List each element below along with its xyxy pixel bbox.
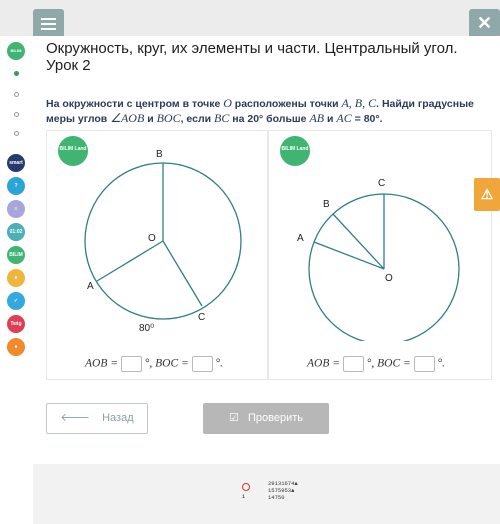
radius-oa [313, 241, 385, 270]
answer-input-boc[interactable] [413, 356, 435, 372]
circle-diagram-left: B O A C 80⁰ [84, 149, 242, 334]
footer [33, 464, 500, 524]
check-icon: ☑ [228, 412, 239, 424]
nav-app-icon[interactable]: BILIM [7, 246, 25, 264]
nav-app-icon[interactable]: 01:02 [7, 223, 25, 241]
point-label-c: C [378, 178, 385, 189]
answer-input-aob[interactable] [342, 356, 364, 372]
counter-line: 1575953▲ [268, 487, 295, 494]
task-text-part: расположены точки [231, 98, 342, 110]
menu-icon-line [41, 18, 56, 20]
progress-dot[interactable] [14, 112, 19, 117]
warning-icon: ⚠ [480, 186, 494, 202]
close-button[interactable]: ✕ [469, 9, 500, 38]
math-var: A, B, C [341, 96, 377, 110]
answer-label: °, [141, 357, 156, 370]
close-icon: ✕ [476, 13, 493, 33]
point-label-b: B [323, 199, 330, 210]
progress-dot[interactable] [14, 92, 19, 97]
task-text-part: и [144, 113, 157, 125]
nav-app-icon[interactable]: ✓ [7, 292, 25, 310]
task-text: На окружности с центром в точке O распол… [46, 96, 491, 126]
math-var: BC [214, 111, 230, 125]
task-text-part: = 80°. [351, 113, 383, 125]
math-var: O [223, 96, 232, 110]
math-var: AC [336, 111, 352, 125]
visit-counter: 29131674▲ 1575953▲ 14750 [268, 480, 298, 501]
answer-row-right: AOB = °, BOC = °. [307, 356, 445, 382]
point-label-a: A [297, 233, 304, 244]
figure-panel-left: BILIM Land B O A C 80⁰ [46, 130, 268, 380]
progress-dot[interactable] [14, 131, 19, 136]
menu-icon-line [41, 23, 56, 25]
nav-app-icon[interactable]: ≡ [7, 200, 25, 218]
task-text-part: На окружности с центром в точке [46, 98, 224, 110]
figure-panel-right: BILIM Land C B A O [268, 130, 492, 380]
nav-app-icon[interactable]: Twig [7, 315, 25, 333]
check-button-label: Проверить [248, 412, 304, 424]
math-var: AB [309, 111, 325, 125]
task-text-part: на 20° больше [229, 113, 310, 125]
arc-value-label: 80⁰ [139, 323, 154, 334]
radius-oc [162, 240, 203, 307]
bilimland-logo[interactable]: BILIM [7, 42, 25, 60]
menu-icon-line [41, 28, 56, 30]
answer-row-left: AOB = °, BOC = °. [85, 356, 223, 382]
answer-label: BOC = [377, 357, 414, 370]
back-button[interactable]: 🡐 Назад [46, 403, 148, 434]
answer-input-boc[interactable] [191, 356, 213, 372]
back-button-label: Назад [102, 412, 134, 424]
point-label-o: O [385, 273, 393, 284]
report-error-button[interactable]: ⚠ [474, 178, 500, 211]
left-sidebar: BILIM smart? ≡ 01:02 BILIM e ✓ Twig ● [0, 36, 33, 524]
counter-logo-icon [242, 483, 250, 491]
main-content: Окружность, круг, их элементы и части. Ц… [33, 36, 500, 464]
menu-button[interactable] [33, 9, 64, 38]
check-button[interactable]: ☑ Проверить [203, 403, 329, 434]
counter-label: 1 [242, 494, 246, 500]
progress-dot-active[interactable] [14, 71, 19, 76]
answer-label: °. [212, 357, 223, 370]
nav-app-icon[interactable]: ● [7, 338, 25, 356]
arrow-left-icon: 🡐 [60, 412, 90, 424]
nav-app-icon[interactable]: ? [7, 177, 25, 195]
circle-diagram-right: C B A O [297, 178, 460, 341]
answer-label: °, [363, 357, 378, 370]
math-var: ∠AOB [110, 111, 145, 125]
math-var: BOC [156, 111, 181, 125]
radius-oa [96, 240, 164, 282]
page-title: Окружность, круг, их элементы и части. Ц… [46, 40, 458, 74]
answer-label: AOB = [307, 357, 343, 370]
nav-app-icon[interactable]: e [7, 269, 25, 287]
answer-label: °. [434, 357, 445, 370]
point-label-o: O [148, 233, 156, 244]
nav-app-icon[interactable]: smart [7, 154, 25, 172]
answer-label: AOB = [85, 357, 121, 370]
point-label-a: A [87, 281, 94, 292]
answer-input-aob[interactable] [120, 356, 142, 372]
task-text-part: и [324, 113, 337, 125]
counter-line: 14750 [268, 494, 285, 501]
point-label-b: B [156, 149, 163, 160]
answer-label: BOC = [155, 357, 192, 370]
radius-ob [332, 213, 385, 270]
counter-line: 29131674▲ [268, 480, 298, 487]
point-label-c: C [198, 312, 205, 323]
task-text-part: , если [180, 113, 214, 125]
